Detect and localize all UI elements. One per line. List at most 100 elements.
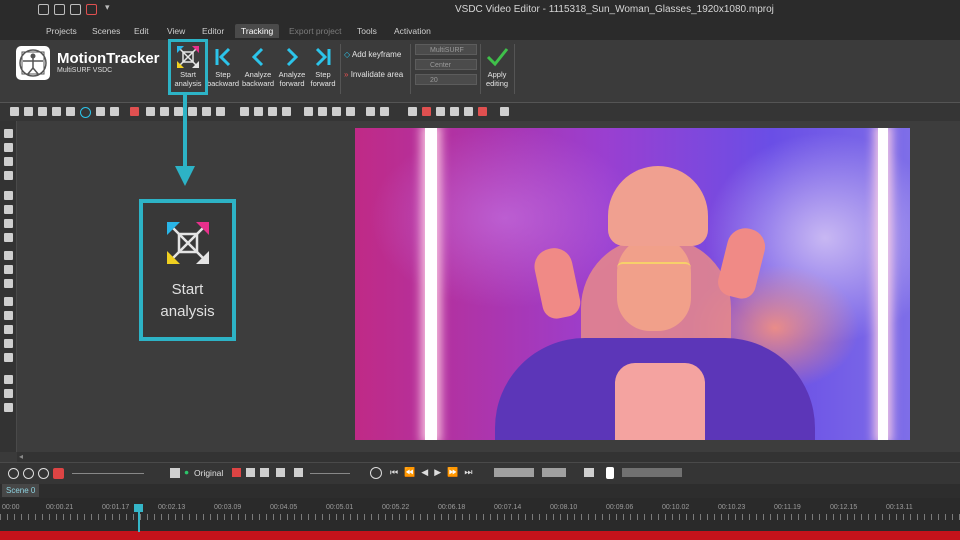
border-icon[interactable] bbox=[436, 107, 445, 116]
chart-icon[interactable] bbox=[4, 297, 13, 306]
value-input[interactable]: 20 bbox=[415, 74, 477, 85]
trim-icon[interactable] bbox=[260, 468, 269, 477]
step-forward-button[interactable]: Step forward bbox=[305, 42, 341, 92]
ellipse-icon[interactable] bbox=[4, 219, 13, 228]
paste-icon[interactable] bbox=[38, 107, 47, 116]
marker-icon[interactable] bbox=[232, 468, 241, 477]
algorithm-select[interactable]: MultiSURF bbox=[415, 44, 477, 55]
menu-activation[interactable]: Activation bbox=[388, 24, 437, 38]
copy-icon[interactable] bbox=[24, 107, 33, 116]
scroll-left-icon[interactable]: ◂ bbox=[19, 452, 23, 461]
move-down-icon[interactable] bbox=[318, 107, 327, 116]
volume-slider[interactable] bbox=[310, 473, 350, 474]
transform-icon[interactable] bbox=[464, 107, 473, 116]
fit-icon[interactable] bbox=[268, 107, 277, 116]
layout-icon[interactable] bbox=[584, 468, 594, 477]
align-top-icon[interactable] bbox=[188, 107, 197, 116]
playback-controls[interactable]: ⏮⏪◀▶⏩⏭ bbox=[390, 467, 478, 478]
video-object-icon[interactable] bbox=[4, 143, 13, 152]
save-icon[interactable] bbox=[70, 4, 81, 15]
distribute-h-icon[interactable] bbox=[254, 107, 263, 116]
clock-icon[interactable] bbox=[370, 467, 382, 479]
zoom-reset-icon[interactable] bbox=[38, 468, 49, 479]
settings-gear-icon[interactable] bbox=[500, 107, 509, 116]
align-bottom-icon[interactable] bbox=[216, 107, 225, 116]
effect-icon[interactable] bbox=[4, 339, 13, 348]
distribute-icon[interactable] bbox=[240, 107, 249, 116]
color-icon[interactable] bbox=[408, 107, 417, 116]
text-object-icon[interactable] bbox=[4, 171, 13, 180]
audio-spectrum-icon[interactable] bbox=[4, 375, 13, 384]
send-back-icon[interactable] bbox=[346, 107, 355, 116]
undo-icon[interactable] bbox=[96, 107, 105, 116]
menu-edit[interactable]: Edit bbox=[128, 24, 155, 38]
menu-export-project[interactable]: Export project bbox=[283, 24, 347, 38]
freeform-icon[interactable] bbox=[4, 233, 13, 242]
quick-access-dropdown-icon[interactable]: ▾ bbox=[105, 2, 110, 13]
zoom-slider[interactable] bbox=[72, 473, 144, 474]
move-up-icon[interactable] bbox=[304, 107, 313, 116]
add-keyframe-button[interactable]: ◇ Add keyframe bbox=[344, 50, 401, 59]
menu-tools[interactable]: Tools bbox=[351, 24, 383, 38]
media-icon[interactable] bbox=[4, 353, 13, 362]
new-project-icon[interactable] bbox=[38, 4, 49, 15]
menu-tracking[interactable]: Tracking bbox=[235, 24, 280, 38]
align-tools-icons[interactable] bbox=[622, 468, 682, 477]
grid-icon[interactable] bbox=[130, 107, 139, 116]
shape-group-icon[interactable] bbox=[380, 107, 389, 116]
shape-icon[interactable] bbox=[366, 107, 375, 116]
jump-icons[interactable] bbox=[542, 468, 566, 477]
menu-editor[interactable]: Editor bbox=[196, 24, 230, 38]
rectangle-icon[interactable] bbox=[4, 205, 13, 214]
align-left-icon[interactable] bbox=[146, 107, 155, 116]
invalidate-area-button[interactable]: » Invalidate area bbox=[344, 70, 403, 79]
speech-bubble-icon[interactable] bbox=[4, 279, 13, 288]
image-object-icon[interactable] bbox=[4, 157, 13, 166]
open-folder-icon[interactable] bbox=[54, 4, 65, 15]
fill-icon[interactable] bbox=[422, 107, 431, 116]
sprite-icon[interactable] bbox=[4, 311, 13, 320]
crop-icon[interactable] bbox=[66, 107, 75, 116]
scene-tab[interactable]: Scene 0 bbox=[2, 484, 40, 497]
expand-icon[interactable] bbox=[282, 107, 291, 116]
view-mode-select[interactable]: Original bbox=[194, 468, 223, 478]
line-icon[interactable] bbox=[4, 191, 13, 200]
split-icon[interactable] bbox=[246, 468, 255, 477]
bring-front-icon[interactable] bbox=[332, 107, 341, 116]
snap-icon[interactable] bbox=[606, 467, 614, 479]
align-center-icon[interactable] bbox=[160, 107, 169, 116]
volume-icon[interactable] bbox=[294, 468, 303, 477]
menu-projects[interactable]: Projects bbox=[40, 24, 83, 38]
circle-select-icon[interactable] bbox=[80, 107, 91, 118]
align-right-icon[interactable] bbox=[174, 107, 183, 116]
pointer-icon[interactable] bbox=[4, 129, 13, 138]
zoom-out-icon[interactable] bbox=[23, 468, 34, 479]
text-icon[interactable] bbox=[4, 251, 13, 260]
motion-icon[interactable] bbox=[4, 389, 13, 398]
step-backward-button[interactable]: Step backward bbox=[205, 42, 241, 92]
position-select[interactable]: Center bbox=[415, 59, 477, 70]
workspace-scrollbar[interactable]: ◂ bbox=[17, 452, 960, 462]
menu-view[interactable]: View bbox=[161, 24, 191, 38]
loop-icon[interactable] bbox=[276, 468, 285, 477]
preview-mode-icon[interactable] bbox=[170, 468, 180, 478]
analyze-backward-button[interactable]: Analyze backward bbox=[240, 42, 276, 92]
mask-icon[interactable] bbox=[478, 107, 487, 116]
move-tool-icon[interactable] bbox=[4, 403, 13, 412]
marker-navigation-icons[interactable] bbox=[494, 468, 534, 477]
redo-icon[interactable] bbox=[110, 107, 119, 116]
record-icon[interactable] bbox=[86, 4, 97, 15]
zoom-in-icon[interactable] bbox=[8, 468, 19, 479]
cut-icon[interactable] bbox=[10, 107, 19, 116]
ruler-tick-label: 00:03.09 bbox=[214, 504, 242, 511]
record-button-icon[interactable] bbox=[53, 468, 64, 479]
opacity-icon[interactable] bbox=[450, 107, 459, 116]
video-preview[interactable] bbox=[355, 128, 910, 440]
align-middle-icon[interactable] bbox=[202, 107, 211, 116]
menu-scenes[interactable]: Scenes bbox=[86, 24, 126, 38]
animation-icon[interactable] bbox=[4, 325, 13, 334]
delete-icon[interactable] bbox=[52, 107, 61, 116]
subtitle-icon[interactable] bbox=[4, 265, 13, 274]
playhead-handle[interactable] bbox=[134, 504, 143, 512]
apply-editing-button[interactable]: Apply editing bbox=[478, 42, 516, 92]
